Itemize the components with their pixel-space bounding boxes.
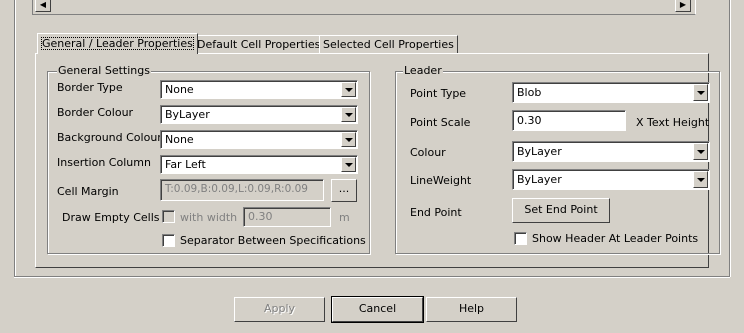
cell-margin-button-label: ... xyxy=(338,182,350,195)
point-scale-field[interactable]: 0.30 xyxy=(512,110,626,131)
point-scale-label: Point Scale xyxy=(410,116,471,129)
colour-select[interactable]: ByLayer xyxy=(512,141,710,162)
cell-margin-label: Cell Margin xyxy=(57,185,119,198)
show-header-checkbox[interactable] xyxy=(514,232,527,245)
lineweight-label: LineWeight xyxy=(410,174,472,187)
end-point-label: End Point xyxy=(410,206,462,219)
point-scale-suffix: X Text Height xyxy=(636,116,710,129)
cancel-label: Cancel xyxy=(358,302,397,315)
cell-margin-button[interactable]: ... xyxy=(331,179,357,202)
frame-bottom-edge xyxy=(14,276,730,278)
background-colour-select[interactable]: None xyxy=(160,130,358,149)
point-type-label: Point Type xyxy=(410,87,467,100)
point-scale-value: 0.30 xyxy=(517,114,542,127)
tab-selected-cell[interactable]: Selected Cell Properties xyxy=(319,35,458,53)
draw-empty-cells-checkbox[interactable] xyxy=(162,210,175,223)
help-label: Help xyxy=(458,302,485,315)
point-type-value: Blob xyxy=(517,86,542,99)
background-colour-value: None xyxy=(165,133,194,146)
leader-title: Leader xyxy=(403,64,443,77)
separator-checkbox[interactable] xyxy=(162,234,175,247)
cell-margin-value: T:0.09,B:0.09,L:0.09,R:0.09 xyxy=(165,183,308,195)
general-settings-title: General Settings xyxy=(57,64,151,77)
tab-label: General / Leader Properties xyxy=(41,37,194,50)
border-colour-select[interactable]: ByLayer xyxy=(160,105,358,124)
with-width-label: with width xyxy=(180,211,238,224)
frame-right-edge xyxy=(729,0,731,277)
help-button[interactable]: Help xyxy=(426,297,517,322)
border-type-value: None xyxy=(165,83,194,96)
border-type-select[interactable]: None xyxy=(160,80,358,99)
point-type-select[interactable]: Blob xyxy=(512,82,710,103)
width-field[interactable]: 0.30 xyxy=(243,207,331,227)
chevron-down-icon[interactable] xyxy=(693,171,708,188)
chevron-down-icon[interactable] xyxy=(693,84,708,101)
insertion-column-select[interactable]: Far Left xyxy=(160,155,358,174)
background-colour-label: Background Colour xyxy=(57,131,162,144)
separator-label: Separator Between Specifications xyxy=(180,234,366,247)
show-header-label: Show Header At Leader Points xyxy=(532,232,699,245)
tab-general-leader[interactable]: General / Leader Properties xyxy=(37,33,198,54)
tab-label: Default Cell Properties xyxy=(197,38,321,51)
frame-left-edge xyxy=(14,0,16,277)
border-colour-value: ByLayer xyxy=(165,108,210,121)
chevron-down-icon[interactable] xyxy=(341,82,356,97)
border-type-label: Border Type xyxy=(57,81,123,94)
set-end-point-button[interactable]: Set End Point xyxy=(512,198,610,223)
apply-label: Apply xyxy=(263,302,296,315)
chevron-down-icon[interactable] xyxy=(341,157,356,172)
tab-default-cell[interactable]: Default Cell Properties xyxy=(193,35,325,53)
cancel-button[interactable]: Cancel xyxy=(331,296,424,323)
apply-button[interactable]: Apply xyxy=(234,297,325,322)
colour-label: Colour xyxy=(410,146,446,159)
lineweight-select[interactable]: ByLayer xyxy=(512,169,710,190)
insertion-column-label: Insertion Column xyxy=(57,156,151,169)
draw-empty-cells-label: Draw Empty Cells xyxy=(62,211,160,224)
border-colour-label: Border Colour xyxy=(57,106,134,119)
chevron-down-icon[interactable] xyxy=(693,143,708,160)
chevron-down-icon[interactable] xyxy=(341,107,356,122)
width-value: 0.30 xyxy=(248,210,273,223)
scroll-right-icon[interactable]: ▶ xyxy=(675,0,691,12)
cell-margin-field[interactable]: T:0.09,B:0.09,L:0.09,R:0.09 xyxy=(160,179,324,201)
chevron-down-icon[interactable] xyxy=(341,132,356,147)
insertion-column-value: Far Left xyxy=(165,158,206,171)
set-end-point-label: Set End Point xyxy=(524,203,598,216)
tab-label: Selected Cell Properties xyxy=(323,38,454,51)
horizontal-scrollbar[interactable]: ◀ ▶ xyxy=(32,0,696,15)
scroll-left-icon[interactable]: ◀ xyxy=(35,0,51,12)
unit-label: m xyxy=(339,211,350,224)
lineweight-value: ByLayer xyxy=(517,173,562,186)
colour-value: ByLayer xyxy=(517,145,562,158)
